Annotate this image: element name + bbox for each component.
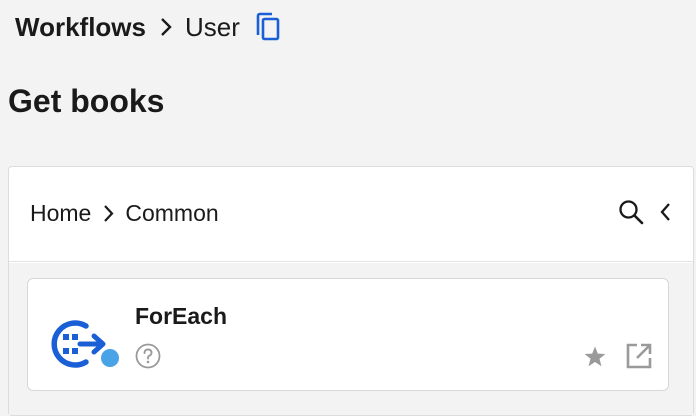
- activities-panel: Home Common ForEach: [8, 166, 694, 416]
- chevron-right-icon: [103, 204, 114, 223]
- foreach-icon: [50, 314, 110, 374]
- search-icon[interactable]: [618, 199, 644, 225]
- breadcrumb-home[interactable]: Home: [30, 200, 91, 227]
- breadcrumb-workflows-link[interactable]: Workflows: [15, 12, 146, 43]
- breadcrumb-common[interactable]: Common: [125, 200, 218, 227]
- page-title: Get books: [8, 83, 165, 119]
- status-dot: [101, 349, 119, 367]
- panel-body: ForEach: [9, 263, 693, 415]
- collapse-chevron-left-icon[interactable]: [659, 202, 671, 222]
- activity-name: ForEach: [135, 303, 228, 329]
- star-icon[interactable]: [583, 345, 607, 374]
- panel-breadcrumb: Home Common: [30, 197, 219, 229]
- breadcrumb-current: User: [184, 11, 240, 42]
- open-external-icon[interactable]: [625, 342, 653, 375]
- panel-header: Home Common: [9, 167, 693, 262]
- copy-icon[interactable]: [255, 12, 281, 42]
- chevron-right-icon: [160, 17, 172, 37]
- workflow-breadcrumb: Workflows User: [15, 10, 281, 44]
- panel-actions: [618, 199, 671, 225]
- help-icon[interactable]: [135, 343, 161, 374]
- activity-card-foreach[interactable]: ForEach: [27, 278, 669, 391]
